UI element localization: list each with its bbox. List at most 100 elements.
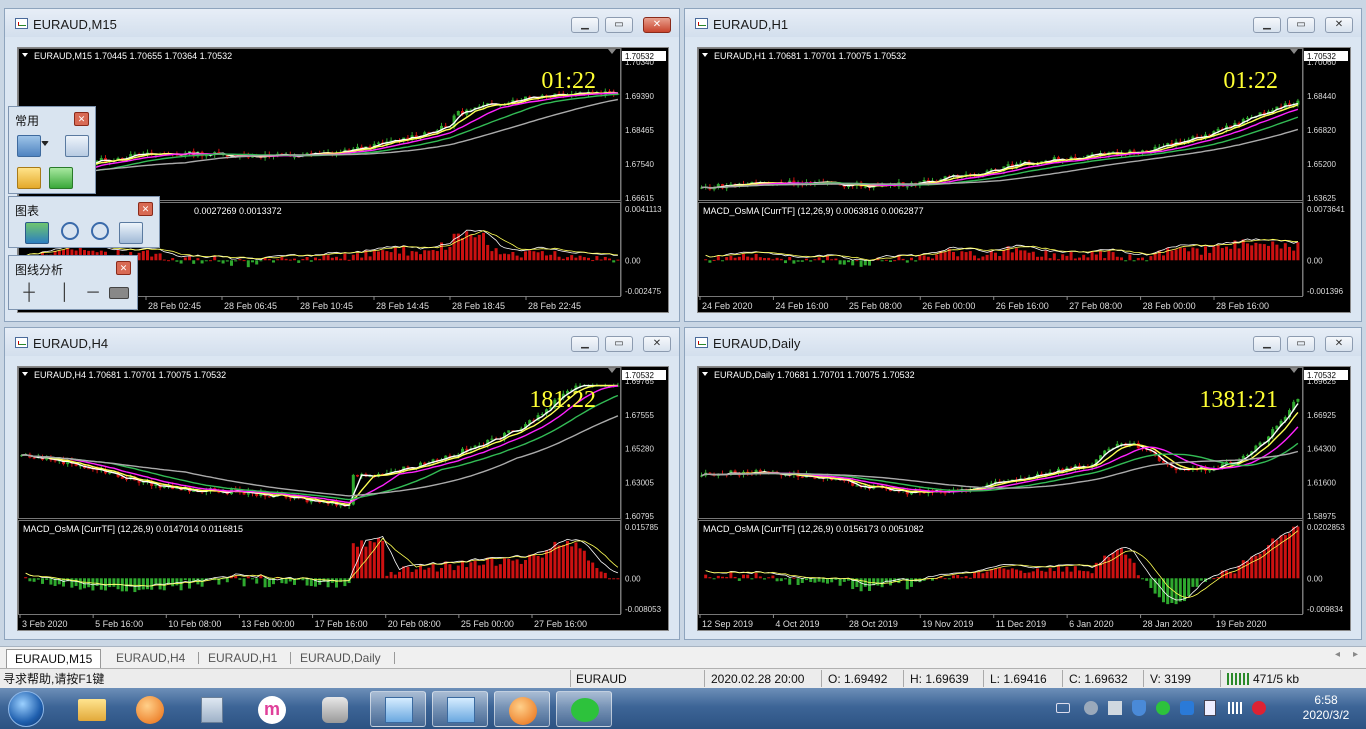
macd-histogram-bar: [830, 259, 834, 261]
minimize-button[interactable]: ▁: [571, 336, 599, 352]
toolbar-line-studies[interactable]: 图线分析 ✕ ┼ │ ─: [8, 255, 138, 310]
market-watch-icon[interactable]: [65, 135, 89, 157]
minimize-button[interactable]: ▁: [1253, 336, 1281, 352]
crosshair-icon[interactable]: ┼: [17, 283, 41, 305]
close-icon[interactable]: ✕: [74, 112, 89, 126]
speaker-icon[interactable]: [1108, 701, 1122, 715]
wechat-icon[interactable]: [556, 691, 612, 727]
shift-marker-icon[interactable]: [1290, 49, 1298, 54]
chart-canvas[interactable]: EURAUD,Daily 1.70681 1.70701 1.70075 1.7…: [697, 366, 1351, 631]
metatrader-icon[interactable]: [432, 691, 488, 727]
minimize-button[interactable]: ▁: [571, 17, 599, 33]
network-tray-icon[interactable]: [1084, 701, 1098, 715]
maximize-button[interactable]: ▭: [605, 17, 633, 33]
time-axis-label: 28 Jan 2020: [1143, 619, 1193, 629]
chart-menu-arrow-icon[interactable]: [22, 372, 28, 376]
volume-muted-icon[interactable]: [1252, 701, 1266, 715]
time-axis-label: 4 Oct 2019: [775, 619, 819, 629]
chart-window-h1[interactable]: EURAUD,H1 ▁ ▭ ✕ EURAUD,H1 1.70681 1.70701 1.…: [684, 8, 1362, 322]
tab-euraud-h4[interactable]: EURAUD,H4: [108, 649, 193, 668]
tray-clock[interactable]: 6:58 2020/3/2: [1296, 693, 1356, 723]
keyboard-icon[interactable]: [1056, 703, 1070, 713]
zoom-in-icon[interactable]: [61, 222, 79, 240]
start-button[interactable]: [8, 691, 44, 727]
toolbar-header[interactable]: 图线分析 ✕: [9, 256, 137, 280]
wechat-tray-icon[interactable]: [1156, 701, 1170, 715]
signal-icon[interactable]: [1228, 702, 1242, 714]
macd-histogram-bar: [914, 260, 918, 262]
macd-histogram-bar: [1136, 575, 1140, 579]
macd-histogram-bar: [452, 570, 456, 579]
shift-marker-icon[interactable]: [608, 49, 616, 54]
close-icon[interactable]: ✕: [116, 261, 131, 275]
chevron-down-icon[interactable]: [41, 141, 49, 147]
macd-histogram-bar: [549, 548, 553, 579]
shift-marker-icon[interactable]: [608, 368, 616, 373]
calculator-icon[interactable]: [184, 691, 240, 727]
rectangle-icon[interactable]: [109, 287, 129, 299]
explorer-icon[interactable]: [64, 691, 120, 727]
macd-axis-label: 0.00: [625, 256, 641, 265]
macd-histogram-bar: [721, 260, 724, 262]
window-title-bar[interactable]: EURAUD,H1 ▁ ▭ ✕: [685, 9, 1361, 37]
add-icon[interactable]: [49, 167, 73, 189]
chart-grid-icon[interactable]: [25, 222, 49, 244]
chart-window-d1[interactable]: EURAUD,Daily ▁ ▭ ✕ EURAUD,Daily 1.70681 1.70…: [684, 327, 1362, 640]
horizontal-line-icon[interactable]: ─: [81, 283, 105, 305]
new-chart-icon[interactable]: [17, 135, 41, 157]
chart-window-h4[interactable]: EURAUD,H4 ▁ ▭ ✕ EURAUD,H4 1.70681 1.70701 1.…: [4, 327, 680, 640]
tab-euraud-m15[interactable]: EURAUD,M15: [6, 649, 102, 668]
macd-histogram-bar: [192, 260, 196, 264]
close-button[interactable]: ✕: [643, 17, 671, 33]
macd-histogram-bar: [591, 562, 595, 579]
shield-icon[interactable]: [1132, 700, 1146, 716]
clipboard-icon[interactable]: [1204, 700, 1216, 716]
minimize-button[interactable]: ▁: [1253, 17, 1281, 33]
zoom-out-icon[interactable]: [91, 222, 109, 240]
toolbar-common[interactable]: 常用 ✕: [8, 106, 96, 194]
macd-histogram-bar: [758, 576, 762, 579]
tab-scroll-right-icon[interactable]: ▸: [1353, 649, 1358, 660]
browser-icon[interactable]: [124, 691, 180, 727]
candle-body: [406, 466, 410, 468]
close-icon[interactable]: ✕: [138, 202, 153, 216]
macd-histogram-bar: [1191, 247, 1195, 261]
close-button[interactable]: ✕: [1325, 336, 1353, 352]
chart-menu-arrow-icon[interactable]: [702, 372, 708, 376]
shift-marker-icon[interactable]: [1290, 368, 1298, 373]
macd-histogram-bar: [448, 246, 452, 261]
maximize-button[interactable]: ▭: [1287, 17, 1315, 33]
maximize-button[interactable]: ▭: [1287, 336, 1315, 352]
macd-histogram-bar: [360, 540, 364, 579]
m-app-icon[interactable]: m: [244, 691, 300, 727]
tab-scroll-left-icon[interactable]: ◂: [1335, 649, 1340, 660]
open-folder-icon[interactable]: [17, 167, 41, 189]
maximize-button[interactable]: ▭: [605, 336, 633, 352]
chart-canvas[interactable]: EURAUD,H4 1.70681 1.70701 1.70075 1.7053…: [17, 366, 669, 631]
vertical-line-icon[interactable]: │: [53, 283, 77, 305]
time-axis-label: 26 Feb 00:00: [922, 301, 975, 311]
chart-template-icon[interactable]: [119, 222, 143, 244]
chart-canvas[interactable]: EURAUD,H1 1.70681 1.70701 1.70075 1.7053…: [697, 47, 1351, 313]
window-title-bar[interactable]: EURAUD,H4 ▁ ▭ ✕: [5, 328, 679, 356]
toolbar-header[interactable]: 图表 ✕: [9, 197, 159, 221]
window-title-bar[interactable]: EURAUD,Daily ▁ ▭ ✕: [685, 328, 1361, 356]
macd-histogram-bar: [545, 255, 548, 261]
browser-icon[interactable]: [494, 691, 550, 727]
close-button[interactable]: ✕: [1325, 17, 1353, 33]
tray-app-icon[interactable]: [1180, 701, 1194, 715]
macd-histogram-bar: [339, 258, 343, 261]
chart-svg: EURAUD,Daily 1.70681 1.70701 1.70075 1.7…: [698, 367, 1348, 629]
chart-menu-arrow-icon[interactable]: [22, 53, 28, 57]
toolbar-charts[interactable]: 图表 ✕: [8, 196, 160, 248]
qq-icon[interactable]: [306, 691, 362, 727]
chart-menu-arrow-icon[interactable]: [702, 53, 708, 57]
toolbar-header[interactable]: 常用 ✕: [9, 107, 95, 131]
close-button[interactable]: ✕: [643, 336, 671, 352]
tab-euraud-daily[interactable]: EURAUD,Daily: [292, 649, 389, 668]
window-title-bar[interactable]: EURAUD,M15 ▁ ▭ ✕: [5, 9, 679, 37]
tab-euraud-h1[interactable]: EURAUD,H1: [200, 649, 285, 668]
price-axis-label: 1.66820: [1307, 126, 1336, 135]
metatrader-icon[interactable]: [370, 691, 426, 727]
macd-histogram-bar: [1262, 244, 1266, 261]
